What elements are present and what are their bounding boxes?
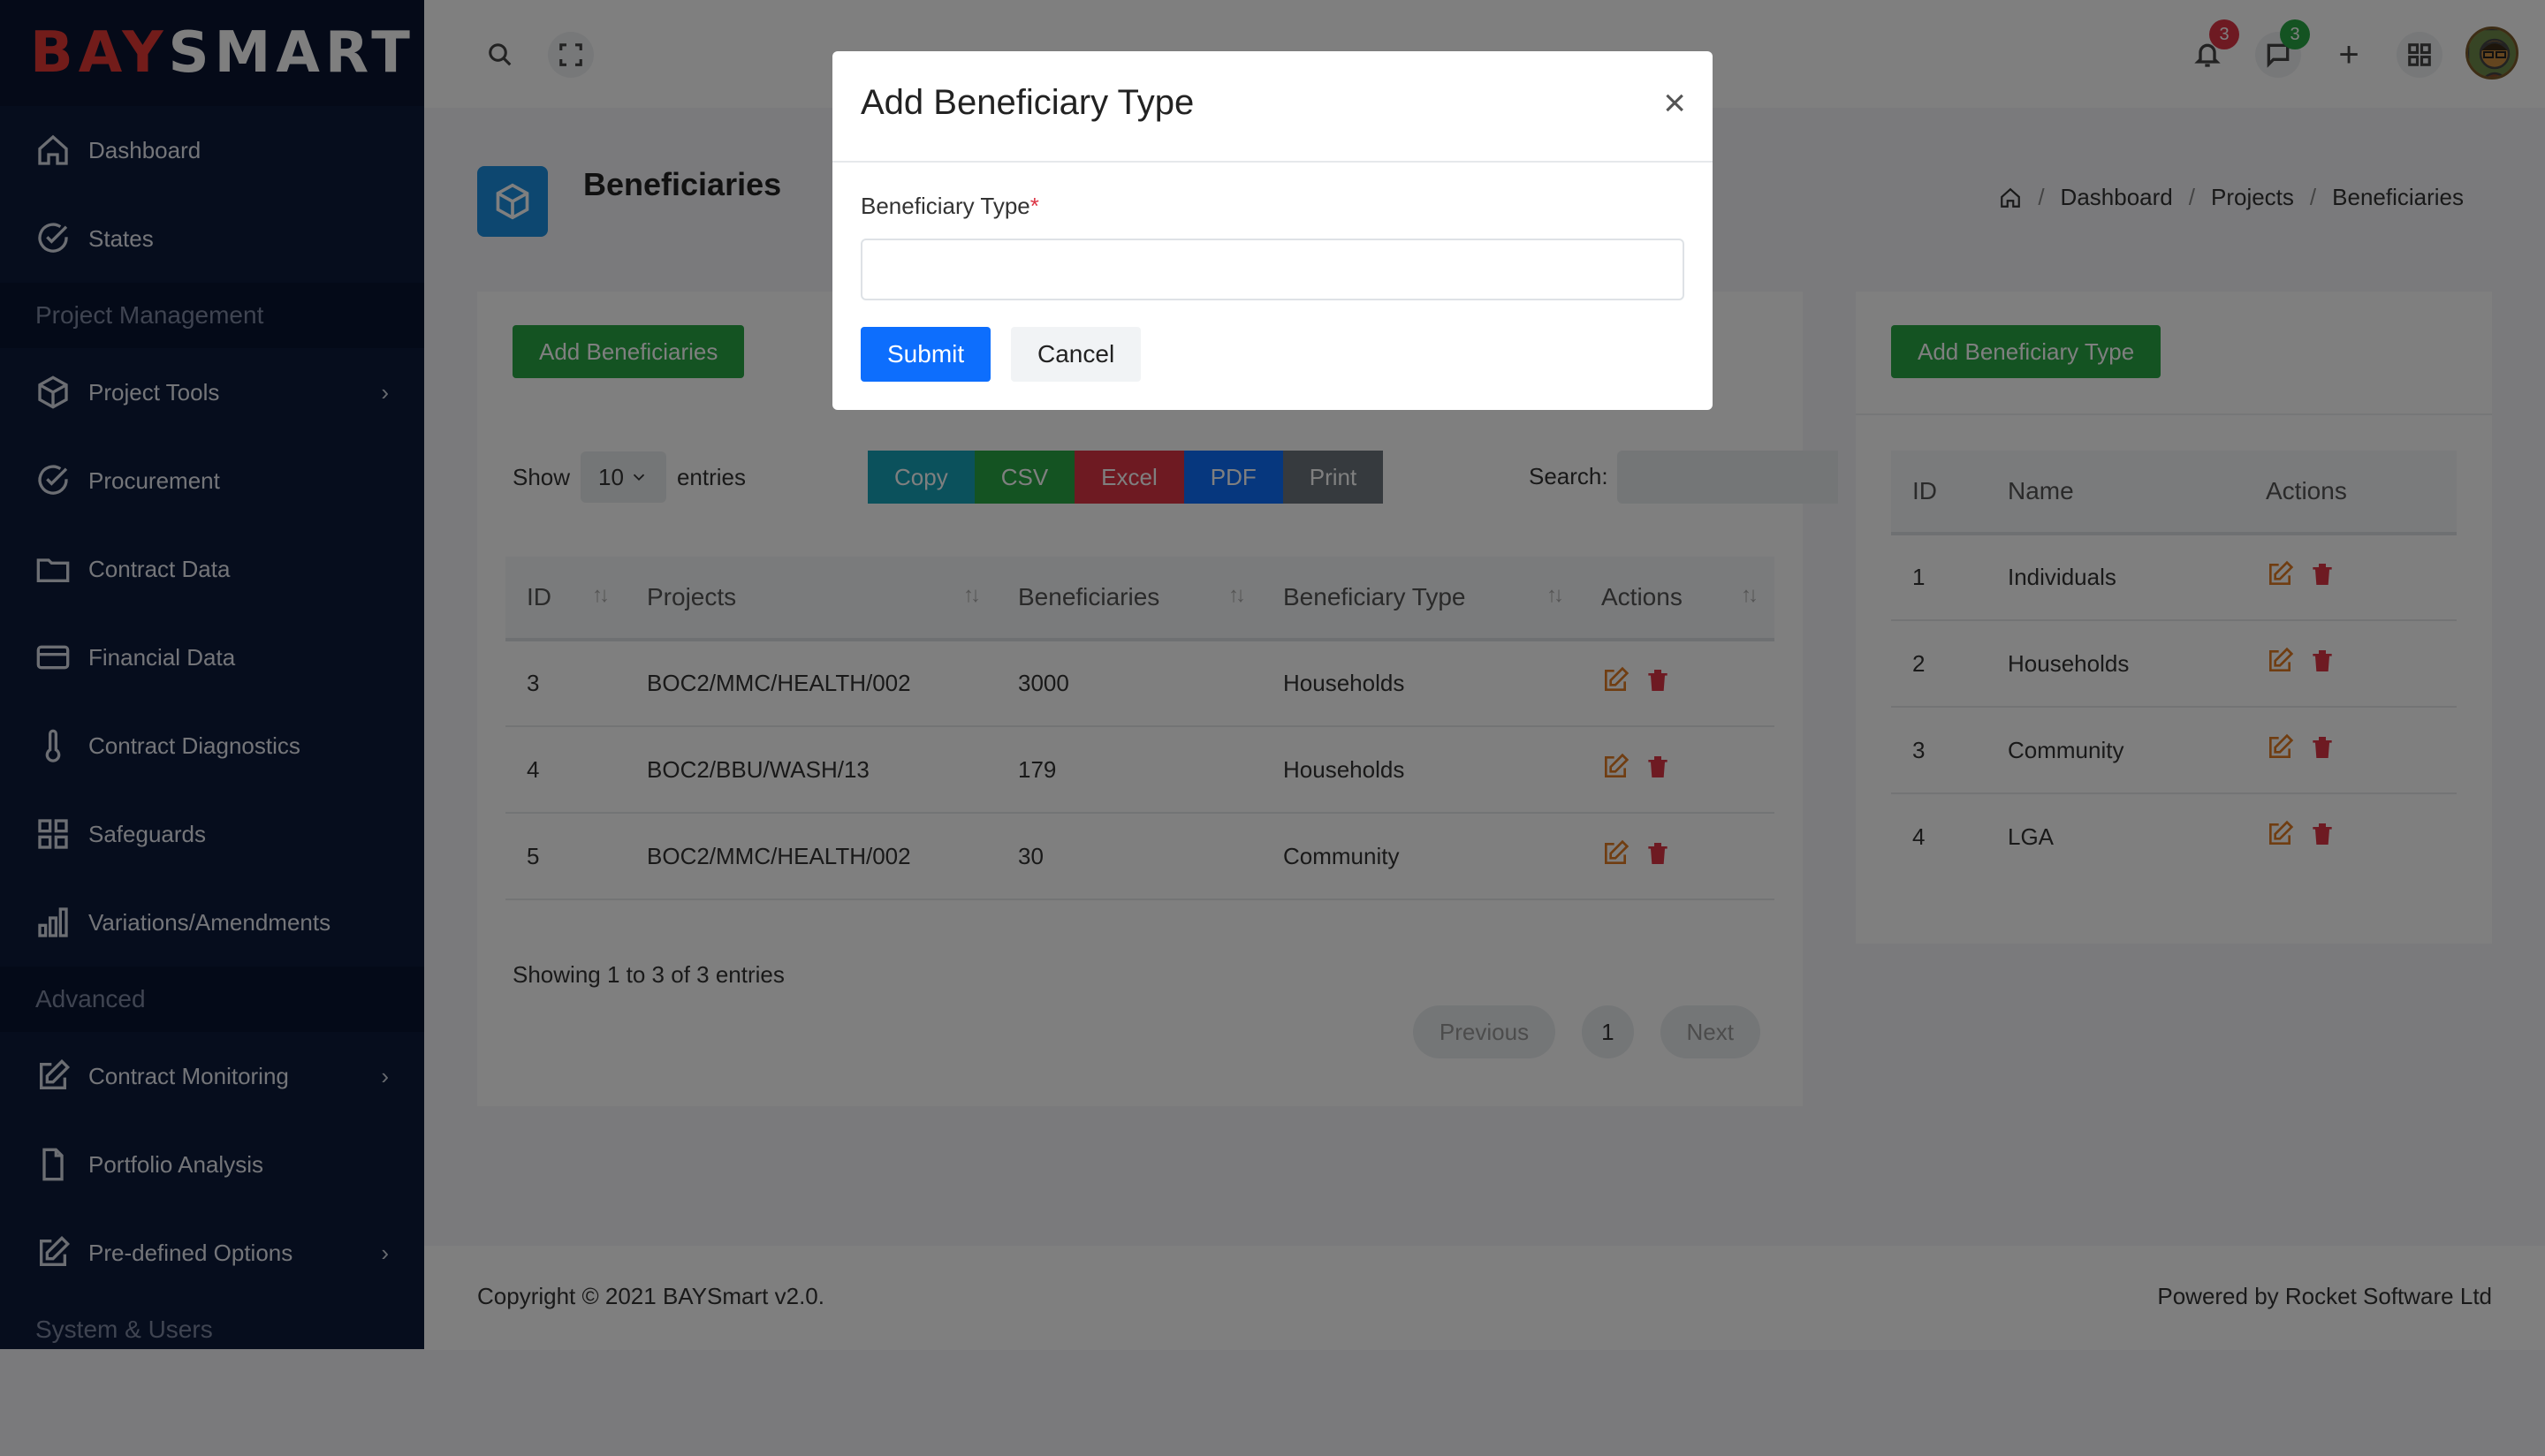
submit-button[interactable]: Submit [861,327,991,382]
beneficiary-type-label: Beneficiary Type* [861,193,1039,220]
modal-header: Add Beneficiary Type × [832,51,1713,163]
add-beneficiary-type-modal: Add Beneficiary Type × Beneficiary Type*… [832,51,1713,410]
cancel-button[interactable]: Cancel [1011,327,1142,382]
close-icon[interactable]: × [1663,81,1686,125]
beneficiary-type-input[interactable] [861,239,1684,300]
required-mark: * [1029,193,1039,219]
modal-title: Add Beneficiary Type [861,83,1195,122]
field-label-text: Beneficiary Type [861,193,1030,219]
